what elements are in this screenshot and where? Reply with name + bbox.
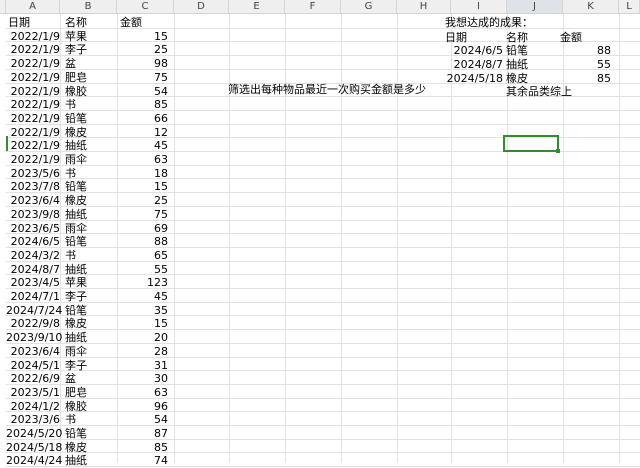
column-header-h[interactable]: H [397,0,451,14]
column-header-j[interactable]: J [507,0,563,14]
fill-handle[interactable] [556,149,560,153]
name-cell[interactable]: 抽纸 [65,453,115,468]
date-cell[interactable]: 2024/4/24 [6,453,62,468]
instruction-note[interactable]: 筛选出每种物品最近一次购买金额是多少 [228,82,426,97]
grid-vline [619,14,620,463]
amount-cell[interactable]: 74 [117,453,168,468]
active-cell-selection[interactable] [503,135,559,152]
column-header-c[interactable]: C [117,0,174,14]
column-header-d[interactable]: D [174,0,229,14]
grid-vline [60,14,61,463]
spreadsheet-grid[interactable]: 日期 名称 金额 2022/1/9 苹果 15 2022/1/9 李子 25 2022/1/… [6,14,640,467]
result-note[interactable]: 其余品类综上 [506,84,572,99]
column-header-k[interactable]: K [563,0,619,14]
column-header-g[interactable]: G [341,0,397,14]
column-header-i[interactable]: I [451,0,507,14]
column-header-a[interactable]: A [6,0,60,14]
column-header-e[interactable]: E [229,0,285,14]
grid-vline [174,14,175,463]
column-header-b[interactable]: B [60,0,117,14]
column-header-l[interactable]: L [619,0,640,14]
column-header-f[interactable]: F [285,0,341,14]
result-date-cell[interactable]: 2024/5/18 [439,71,503,86]
result-title[interactable]: 我想达成的成果： [445,15,533,30]
